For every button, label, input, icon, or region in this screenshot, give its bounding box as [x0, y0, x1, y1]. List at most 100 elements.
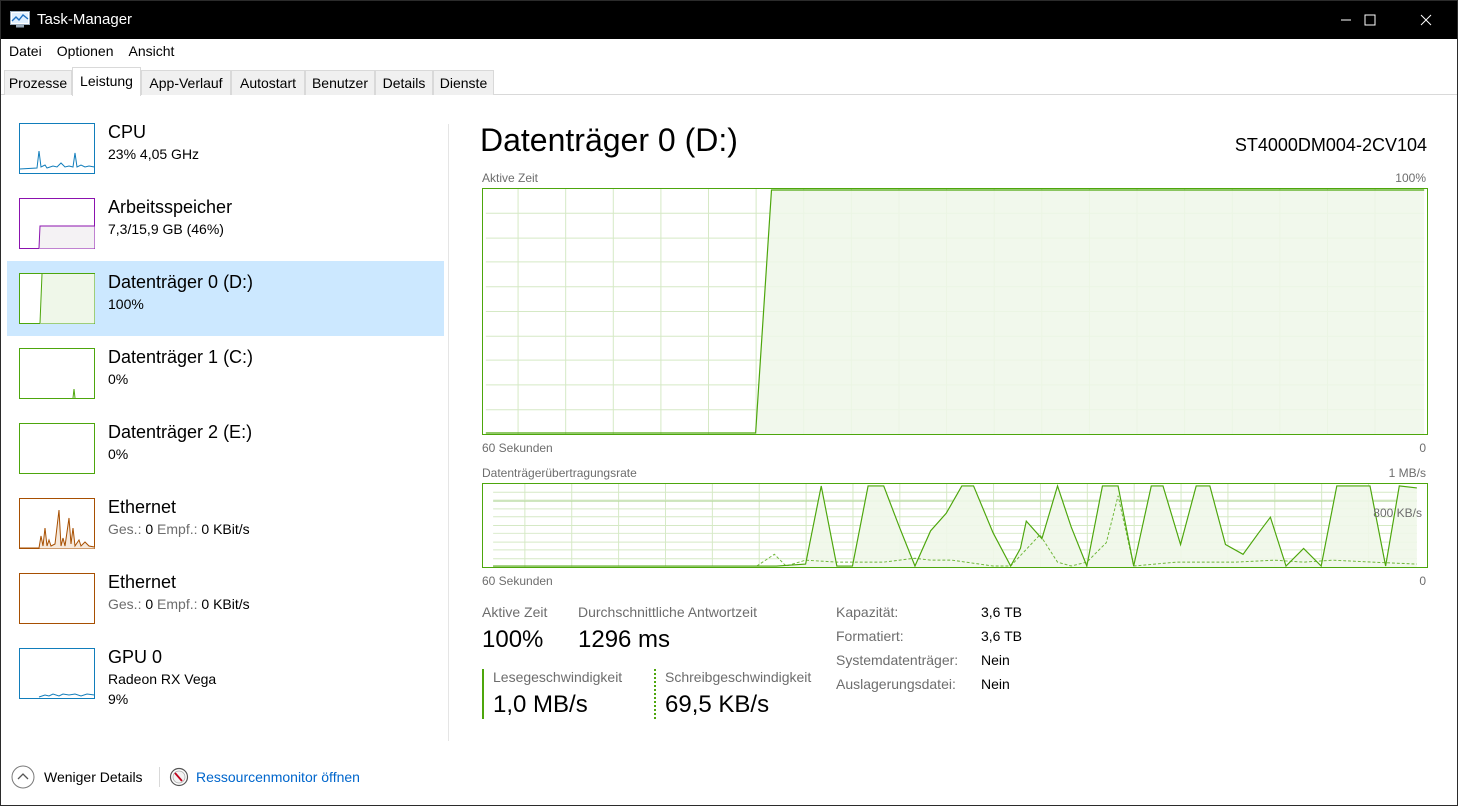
transfer-rate-graph-time: 60 Sekunden	[482, 574, 553, 588]
transfer-rate-graph	[482, 483, 1428, 568]
transfer-rate-graph-max: 1 MB/s	[1388, 466, 1426, 480]
sidebar-divider	[448, 124, 449, 741]
close-button[interactable]	[1403, 1, 1449, 39]
sidebar-item-disk-0[interactable]: Datenträger 0 (D:) 100%	[7, 261, 444, 336]
send-value: 0	[145, 596, 154, 612]
memory-thumbnail-graph	[19, 198, 95, 249]
write-speed-value: 69,5 KB/s	[665, 691, 770, 718]
read-speed-marker	[482, 669, 484, 719]
close-icon	[1420, 14, 1432, 26]
receive-value: 0 KBit/s	[201, 596, 250, 612]
sidebar-item-sub: 0%	[108, 371, 129, 387]
system-disk-label: Systemdatenträger:	[836, 652, 959, 668]
tab-benutzer[interactable]: Benutzer	[305, 70, 375, 95]
ethernet-2-thumbnail-graph	[19, 573, 95, 624]
tab-autostart[interactable]: Autostart	[231, 70, 305, 95]
active-time-graph-min: 0	[1419, 441, 1426, 455]
active-time-graph-max: 100%	[1395, 171, 1426, 185]
title-bar[interactable]: Task-Manager	[1, 1, 1457, 39]
sidebar-item-sub: 100%	[108, 296, 144, 312]
chevron-up-icon	[11, 765, 35, 789]
disk-1-thumbnail-graph	[19, 348, 95, 399]
sidebar-item-sub: Radeon RX Vega	[108, 671, 217, 687]
sidebar-item-name: CPU	[108, 122, 147, 142]
send-value: 0	[145, 521, 154, 537]
response-time-stat-value: 1296 ms	[578, 626, 671, 653]
tab-leistung[interactable]: Leistung	[72, 67, 141, 96]
resource-monitor-label: Ressourcenmonitor öffnen	[196, 769, 360, 785]
performance-sidebar: CPU 23% 4,05 GHz Arbeitsspeicher 7,3/15,…	[1, 96, 448, 746]
disk-2-thumbnail-graph	[19, 423, 95, 474]
read-speed-value: 1,0 MB/s	[493, 691, 588, 718]
disk-model: ST4000DM004-2CV104	[1234, 135, 1427, 155]
active-time-graph-label: Aktive Zeit	[482, 171, 539, 185]
tab-strip: Prozesse Leistung App-Verlauf Autostart …	[1, 63, 1457, 96]
resource-monitor-link[interactable]: Ressourcenmonitor öffnen	[169, 763, 360, 791]
sidebar-item-sub2: 9%	[108, 691, 129, 707]
receive-label: Empf.:	[157, 521, 198, 537]
sidebar-item-disk-2[interactable]: Datenträger 2 (E:) 0%	[7, 411, 444, 486]
send-label: Ges.:	[108, 521, 142, 537]
transfer-rate-graph-mid: 800 KB/s	[1373, 506, 1422, 520]
sidebar-item-gpu-0[interactable]: GPU 0 Radeon RX Vega 9%	[7, 636, 444, 721]
write-speed-label: Schreibgeschwindigkeit	[665, 669, 812, 685]
response-time-stat-label: Durchschnittliche Antwortzeit	[578, 604, 757, 620]
capacity-label: Kapazität:	[836, 604, 899, 620]
send-label: Ges.:	[108, 596, 142, 612]
active-time-graph	[482, 188, 1428, 435]
sidebar-item-sub: Ges.: 0 Empf.: 0 KBit/s	[108, 596, 250, 612]
tab-dienste[interactable]: Dienste	[433, 70, 494, 95]
menu-datei[interactable]: Datei	[1, 39, 49, 63]
menu-bar: Datei Optionen Ansicht	[1, 39, 1457, 63]
formatted-value: 3,6 TB	[981, 628, 1022, 644]
active-time-graph-time: 60 Sekunden	[482, 441, 553, 455]
sidebar-item-cpu[interactable]: CPU 23% 4,05 GHz	[7, 111, 444, 186]
sidebar-item-sub: 23% 4,05 GHz	[108, 146, 200, 162]
system-disk-value: Nein	[981, 652, 1010, 668]
tab-app-verlauf[interactable]: App-Verlauf	[141, 70, 231, 95]
menu-ansicht[interactable]: Ansicht	[121, 39, 182, 63]
active-time-fill	[755, 189, 1425, 434]
write-speed-marker	[654, 669, 656, 719]
sidebar-item-name: Ethernet	[108, 497, 177, 517]
page-title: Datenträger 0 (D:)	[480, 122, 738, 158]
sidebar-item-sub: Ges.: 0 Empf.: 0 KBit/s	[108, 521, 250, 537]
tab-prozesse[interactable]: Prozesse	[4, 70, 72, 95]
active-time-stat-value: 100%	[482, 626, 544, 653]
sidebar-item-name: Datenträger 2 (E:)	[108, 422, 253, 442]
page-file-value: Nein	[981, 676, 1010, 692]
sidebar-item-name: Datenträger 0 (D:)	[108, 272, 254, 292]
sidebar-item-ethernet-2[interactable]: Ethernet Ges.: 0 Empf.: 0 KBit/s	[7, 561, 444, 636]
sidebar-item-ethernet-1[interactable]: Ethernet Ges.: 0 Empf.: 0 KBit/s	[7, 486, 444, 561]
task-manager-window: Task-Manager Datei Optionen Ansicht Proz…	[0, 0, 1458, 806]
sidebar-item-name: Datenträger 1 (C:)	[108, 347, 254, 367]
sidebar-item-name: Ethernet	[108, 572, 177, 592]
maximize-icon	[1364, 14, 1376, 26]
maximize-button[interactable]	[1347, 1, 1393, 39]
sidebar-item-memory[interactable]: Arbeitsspeicher 7,3/15,9 GB (46%)	[7, 186, 444, 261]
formatted-label: Formatiert:	[836, 628, 904, 644]
resource-monitor-icon	[169, 767, 189, 787]
menu-optionen[interactable]: Optionen	[49, 39, 121, 63]
sidebar-item-sub: 0%	[108, 446, 129, 462]
sidebar-item-sub: 7,3/15,9 GB (46%)	[108, 221, 224, 237]
window-title: Task-Manager	[37, 11, 133, 28]
ethernet-1-thumbnail-graph	[19, 498, 95, 549]
fewer-details-button[interactable]: Weniger Details	[11, 763, 143, 791]
receive-label: Empf.:	[157, 596, 198, 612]
task-manager-app-icon	[10, 11, 30, 28]
transfer-rate-graph-label: Datenträgerübertragungsrate	[482, 466, 637, 480]
read-speed-label: Lesegeschwindigkeit	[493, 669, 623, 685]
page-file-label: Auslagerungsdatei:	[836, 676, 956, 692]
transfer-rate-graph-min: 0	[1419, 574, 1426, 588]
disk-0-thumbnail-graph	[19, 273, 95, 324]
footer-separator	[159, 767, 160, 787]
active-time-stat-label: Aktive Zeit	[482, 604, 548, 620]
fewer-details-label: Weniger Details	[44, 769, 143, 785]
sidebar-item-disk-1[interactable]: Datenträger 1 (C:) 0%	[7, 336, 444, 411]
gpu-thumbnail-graph	[19, 648, 95, 699]
tab-details[interactable]: Details	[375, 70, 433, 95]
capacity-value: 3,6 TB	[981, 604, 1022, 620]
sidebar-item-name: GPU 0	[108, 647, 163, 667]
receive-value: 0 KBit/s	[201, 521, 250, 537]
